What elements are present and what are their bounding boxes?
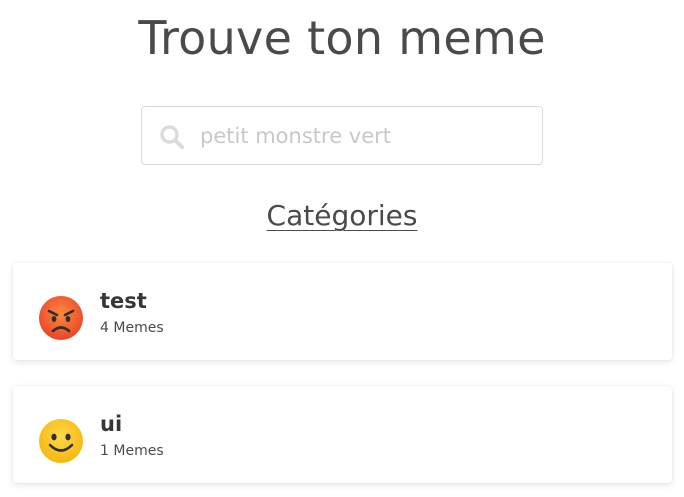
angry-face-icon <box>39 296 83 340</box>
search-box[interactable] <box>141 106 543 165</box>
count-label: Memes <box>113 320 164 336</box>
category-count: 1 Memes <box>100 441 164 461</box>
slightly-smiling-face-icon <box>39 419 83 463</box>
category-count: 4 Memes <box>100 318 164 338</box>
search-input[interactable] <box>200 107 530 164</box>
page: Trouve ton meme Catégories test 4 Memes <box>0 0 684 497</box>
page-title: Trouve ton meme <box>138 11 546 65</box>
category-name: ui <box>100 412 123 436</box>
category-card-test[interactable]: test 4 Memes <box>13 263 672 360</box>
count-number: 4 <box>100 320 109 336</box>
categories-heading[interactable]: Catégories <box>0 196 684 236</box>
category-card-ui[interactable]: ui 1 Memes <box>13 386 672 483</box>
count-number: 1 <box>100 443 109 459</box>
category-name: test <box>100 289 147 313</box>
search-icon <box>160 125 184 149</box>
count-label: Memes <box>113 443 164 459</box>
